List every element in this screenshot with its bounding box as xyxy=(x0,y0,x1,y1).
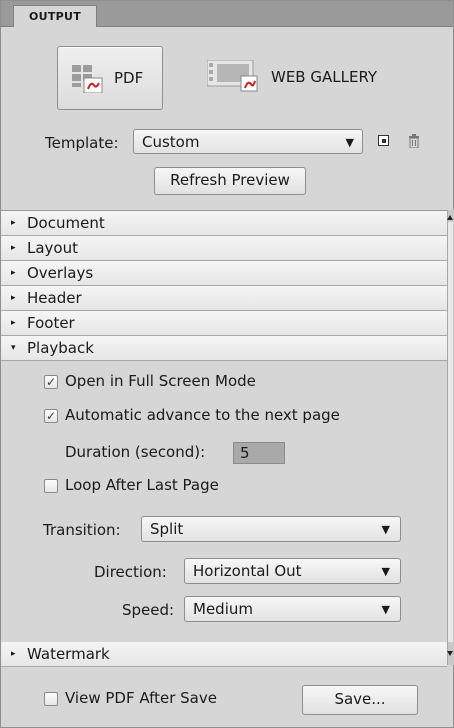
loop-checkbox[interactable] xyxy=(44,479,58,493)
template-select[interactable]: Custom ▼ xyxy=(133,129,363,154)
scroll-up-arrow-icon[interactable] xyxy=(447,215,453,220)
expand-arrow-icon: ▸ xyxy=(11,318,16,328)
section-label: Document xyxy=(27,214,105,232)
scrollbar-thumb[interactable] xyxy=(448,222,453,642)
section-header[interactable]: ▸ Header xyxy=(1,286,447,311)
trash-icon[interactable] xyxy=(408,134,420,148)
template-label: Template: xyxy=(45,134,119,152)
duration-input[interactable]: 5 xyxy=(233,442,285,464)
section-watermark[interactable]: ▸ Watermark xyxy=(1,642,447,667)
section-label: Playback xyxy=(27,339,94,357)
auto-advance-checkbox[interactable]: ✓ xyxy=(44,409,58,423)
section-label: Layout xyxy=(27,239,78,257)
output-panel: OUTPUT PDF WEB GALLERY Template: Custom … xyxy=(0,0,454,728)
section-label: Watermark xyxy=(27,645,110,663)
tab-strip: OUTPUT xyxy=(1,1,453,27)
tab-output[interactable]: OUTPUT xyxy=(13,5,97,27)
speed-label: Speed: xyxy=(122,601,175,619)
expand-arrow-icon: ▸ xyxy=(11,649,16,659)
web-gallery-mode-button[interactable]: WEB GALLERY xyxy=(201,46,401,108)
section-label: Footer xyxy=(27,314,75,332)
pdf-mode-label: PDF xyxy=(114,69,144,87)
chevron-down-icon: ▼ xyxy=(381,603,390,616)
refresh-preview-button[interactable]: Refresh Preview xyxy=(154,167,306,195)
chevron-down-icon: ▼ xyxy=(345,136,354,149)
expand-arrow-icon: ▸ xyxy=(11,243,16,253)
web-gallery-icon xyxy=(207,60,258,92)
section-label: Overlays xyxy=(27,264,94,282)
collapse-arrow-icon: ▾ xyxy=(11,343,16,353)
transition-label: Transition: xyxy=(43,521,121,539)
direction-value: Horizontal Out xyxy=(193,562,302,580)
speed-value: Medium xyxy=(193,600,253,618)
save-button[interactable]: Save... xyxy=(302,685,418,715)
auto-advance-label: Automatic advance to the next page xyxy=(65,406,340,424)
pdf-document-icon xyxy=(72,65,103,93)
full-screen-checkbox[interactable]: ✓ xyxy=(44,375,58,389)
section-document[interactable]: ▸ Document xyxy=(1,211,447,236)
save-template-icon[interactable] xyxy=(378,135,389,146)
speed-select[interactable]: Medium ▼ xyxy=(184,596,401,622)
transition-select[interactable]: Split ▼ xyxy=(141,516,401,542)
view-pdf-label: View PDF After Save xyxy=(65,689,217,707)
section-label: Header xyxy=(27,289,82,307)
direction-label: Direction: xyxy=(94,563,167,581)
section-overlays[interactable]: ▸ Overlays xyxy=(1,261,447,286)
template-value: Custom xyxy=(142,133,200,151)
section-footer[interactable]: ▸ Footer xyxy=(1,311,447,336)
full-screen-label: Open in Full Screen Mode xyxy=(65,372,256,390)
expand-arrow-icon: ▸ xyxy=(11,293,16,303)
expand-arrow-icon: ▸ xyxy=(11,268,16,278)
section-playback[interactable]: ▾ Playback xyxy=(1,336,447,361)
view-pdf-checkbox[interactable] xyxy=(44,692,58,706)
pdf-mode-button[interactable]: PDF xyxy=(57,46,163,110)
expand-arrow-icon: ▸ xyxy=(11,218,16,228)
duration-label: Duration (second): xyxy=(65,443,206,461)
web-gallery-mode-label: WEB GALLERY xyxy=(271,68,378,86)
direction-select[interactable]: Horizontal Out ▼ xyxy=(184,558,401,584)
transition-value: Split xyxy=(150,520,184,538)
chevron-down-icon: ▼ xyxy=(381,523,390,536)
section-layout[interactable]: ▸ Layout xyxy=(1,236,447,261)
chevron-down-icon: ▼ xyxy=(381,565,390,578)
loop-label: Loop After Last Page xyxy=(65,476,219,494)
scroll-down-arrow-icon[interactable] xyxy=(447,651,453,656)
